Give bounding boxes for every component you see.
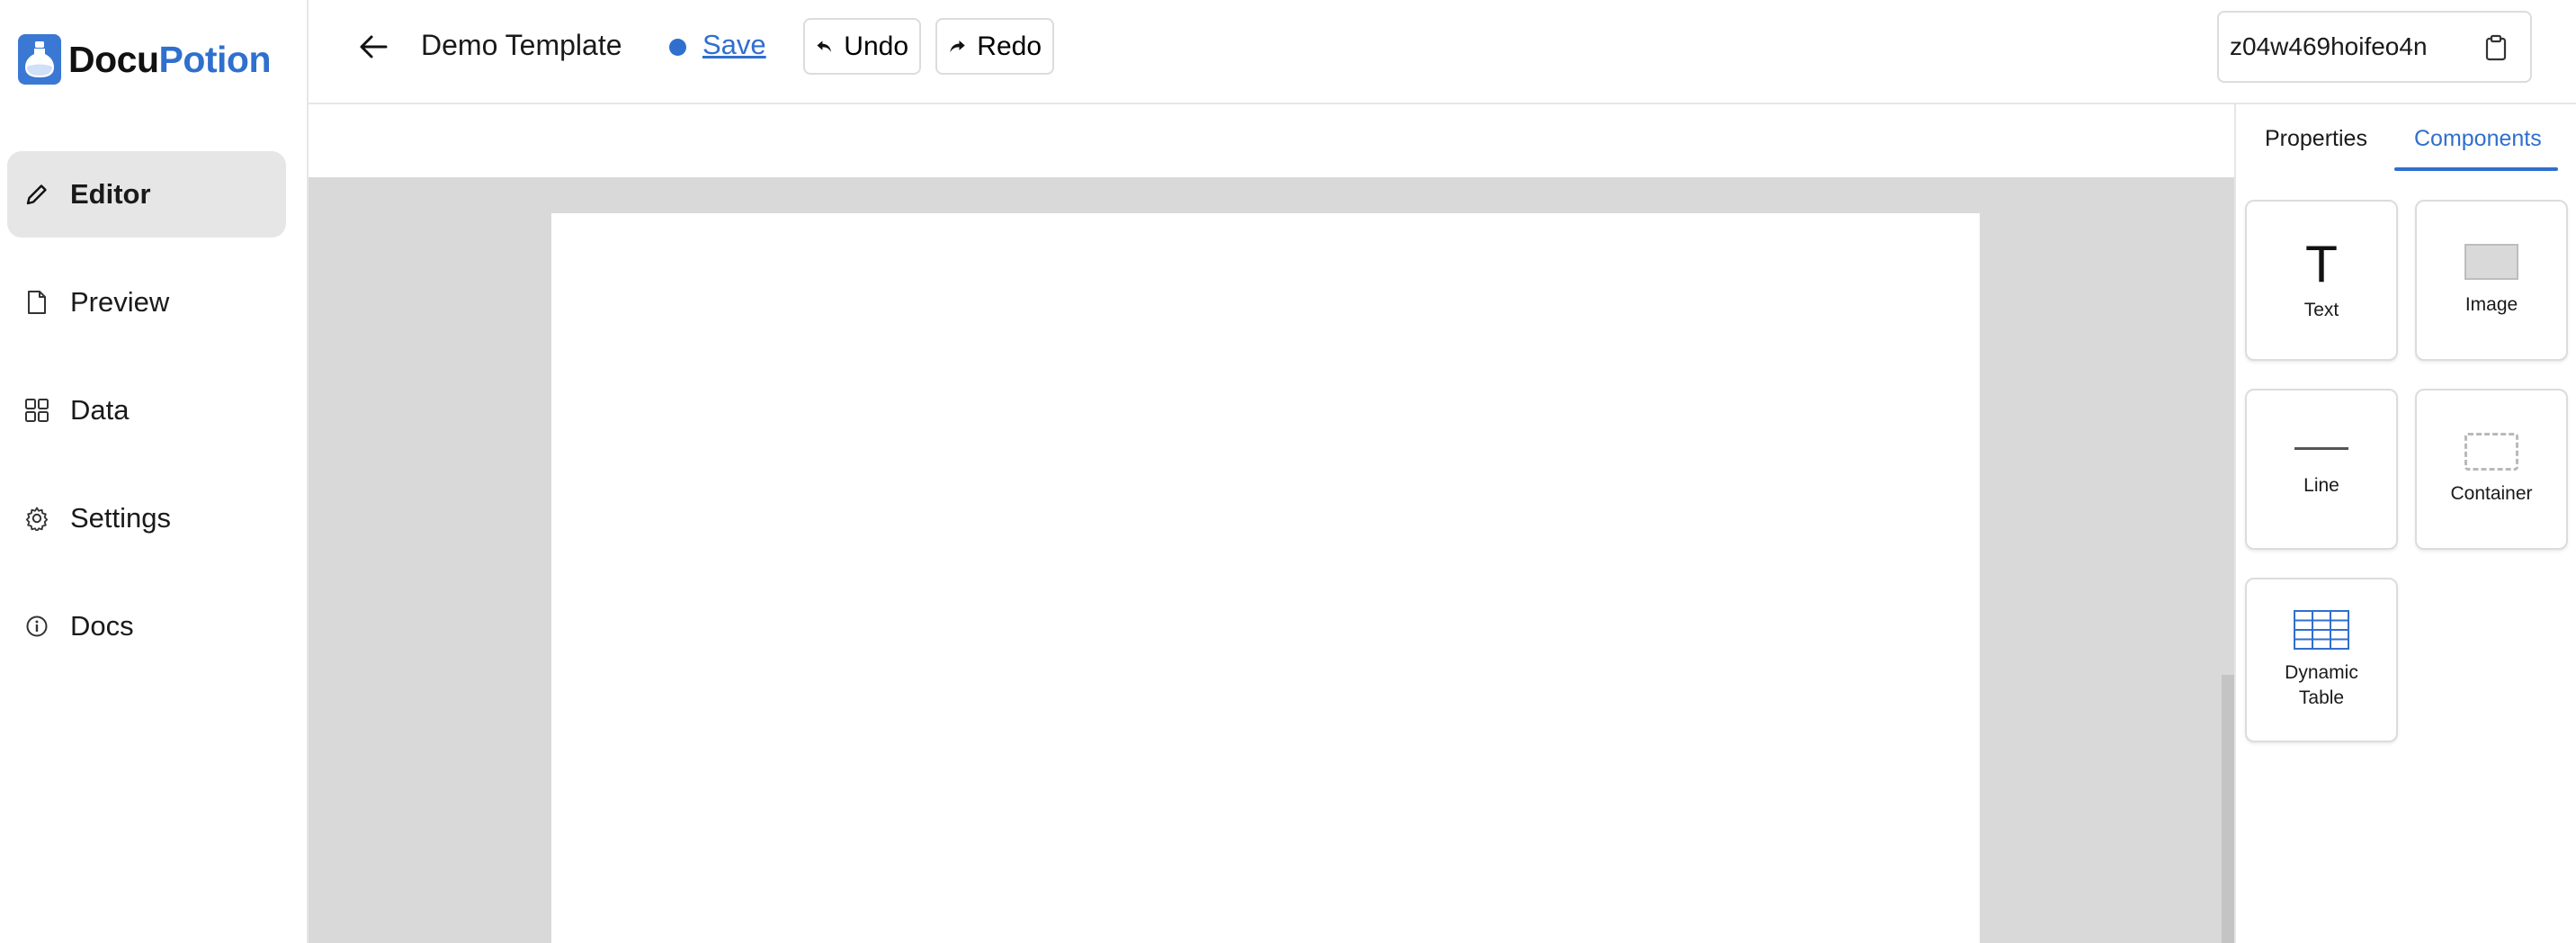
logo[interactable]: DocuPotion xyxy=(18,34,272,85)
gear-icon xyxy=(23,505,50,532)
sidebar-item-label: Settings xyxy=(70,502,172,534)
brand-name: DocuPotion xyxy=(68,38,272,81)
app-root: DocuPotion Editor Preview Data Settings xyxy=(0,0,2576,943)
document-icon xyxy=(23,289,50,316)
back-button[interactable] xyxy=(353,27,393,67)
copy-id-button[interactable] xyxy=(2482,32,2510,63)
component-label-line1: Dynamic xyxy=(2285,661,2358,683)
sidebar: DocuPotion Editor Preview Data Settings xyxy=(0,0,309,943)
line-icon xyxy=(2294,447,2348,450)
table-grid-icon xyxy=(2294,609,2349,650)
image-placeholder-icon xyxy=(2464,243,2518,280)
component-label: Container xyxy=(2450,482,2533,504)
sidebar-item-label: Preview xyxy=(70,286,170,318)
sidebar-item-label: Docs xyxy=(70,610,134,642)
editor-canvas[interactable] xyxy=(309,104,2234,943)
tab-properties[interactable]: Properties xyxy=(2265,126,2367,152)
potion-flask-icon xyxy=(18,34,61,85)
sidebar-item-settings[interactable]: Settings xyxy=(7,475,286,561)
component-image[interactable]: Image xyxy=(2415,200,2568,361)
component-label: Line xyxy=(2303,475,2339,496)
info-icon xyxy=(23,613,50,640)
sidebar-item-label: Editor xyxy=(70,178,151,210)
unsaved-indicator-dot xyxy=(669,39,686,56)
brand-name-part1: Docu xyxy=(68,38,159,80)
clipboard-icon xyxy=(2485,34,2507,61)
template-id-value: z04w469hoifeo4n xyxy=(2230,32,2428,60)
save-link[interactable]: Save xyxy=(702,29,766,61)
sidebar-item-label: Data xyxy=(70,394,130,426)
arrow-left-icon xyxy=(360,35,388,58)
redo-icon xyxy=(950,40,965,52)
component-label-line2: Table xyxy=(2298,687,2345,708)
component-dynamic-table[interactable]: Dynamic Table xyxy=(2245,578,2398,742)
text-T-icon: T xyxy=(2306,236,2337,293)
canvas-scrollbar[interactable] xyxy=(2222,675,2234,943)
sidebar-item-data[interactable]: Data xyxy=(7,367,286,454)
tab-components[interactable]: Components xyxy=(2414,126,2542,152)
canvas-background xyxy=(309,177,2234,943)
component-text[interactable]: T Text xyxy=(2245,200,2398,361)
active-tab-indicator xyxy=(2394,167,2558,171)
grid-icon xyxy=(23,397,50,424)
pencil-icon xyxy=(23,181,50,208)
component-container[interactable]: Container xyxy=(2415,389,2568,550)
template-id-field[interactable]: z04w469hoifeo4n xyxy=(2217,11,2532,83)
redo-button[interactable]: Redo xyxy=(935,18,1054,75)
undo-button[interactable]: Undo xyxy=(803,18,921,75)
document-page[interactable] xyxy=(551,213,1980,943)
sidebar-item-editor[interactable]: Editor xyxy=(7,151,286,238)
component-label: Image xyxy=(2464,293,2518,315)
component-line[interactable]: Line xyxy=(2245,389,2398,550)
sidebar-item-docs[interactable]: Docs xyxy=(7,583,286,669)
page-title: Demo Template xyxy=(421,29,622,61)
brand-name-part2: Potion xyxy=(158,38,272,80)
undo-label: Undo xyxy=(844,31,908,61)
container-dashed-icon xyxy=(2464,432,2518,471)
top-bar: Demo Template Save Undo Redo z04w469hoif… xyxy=(309,0,2576,104)
component-label: Text xyxy=(2303,299,2339,320)
sidebar-item-preview[interactable]: Preview xyxy=(7,259,286,346)
undo-icon xyxy=(817,40,832,52)
redo-label: Redo xyxy=(977,31,1042,61)
right-panel: Properties Components T Text Image Line … xyxy=(2234,104,2576,943)
